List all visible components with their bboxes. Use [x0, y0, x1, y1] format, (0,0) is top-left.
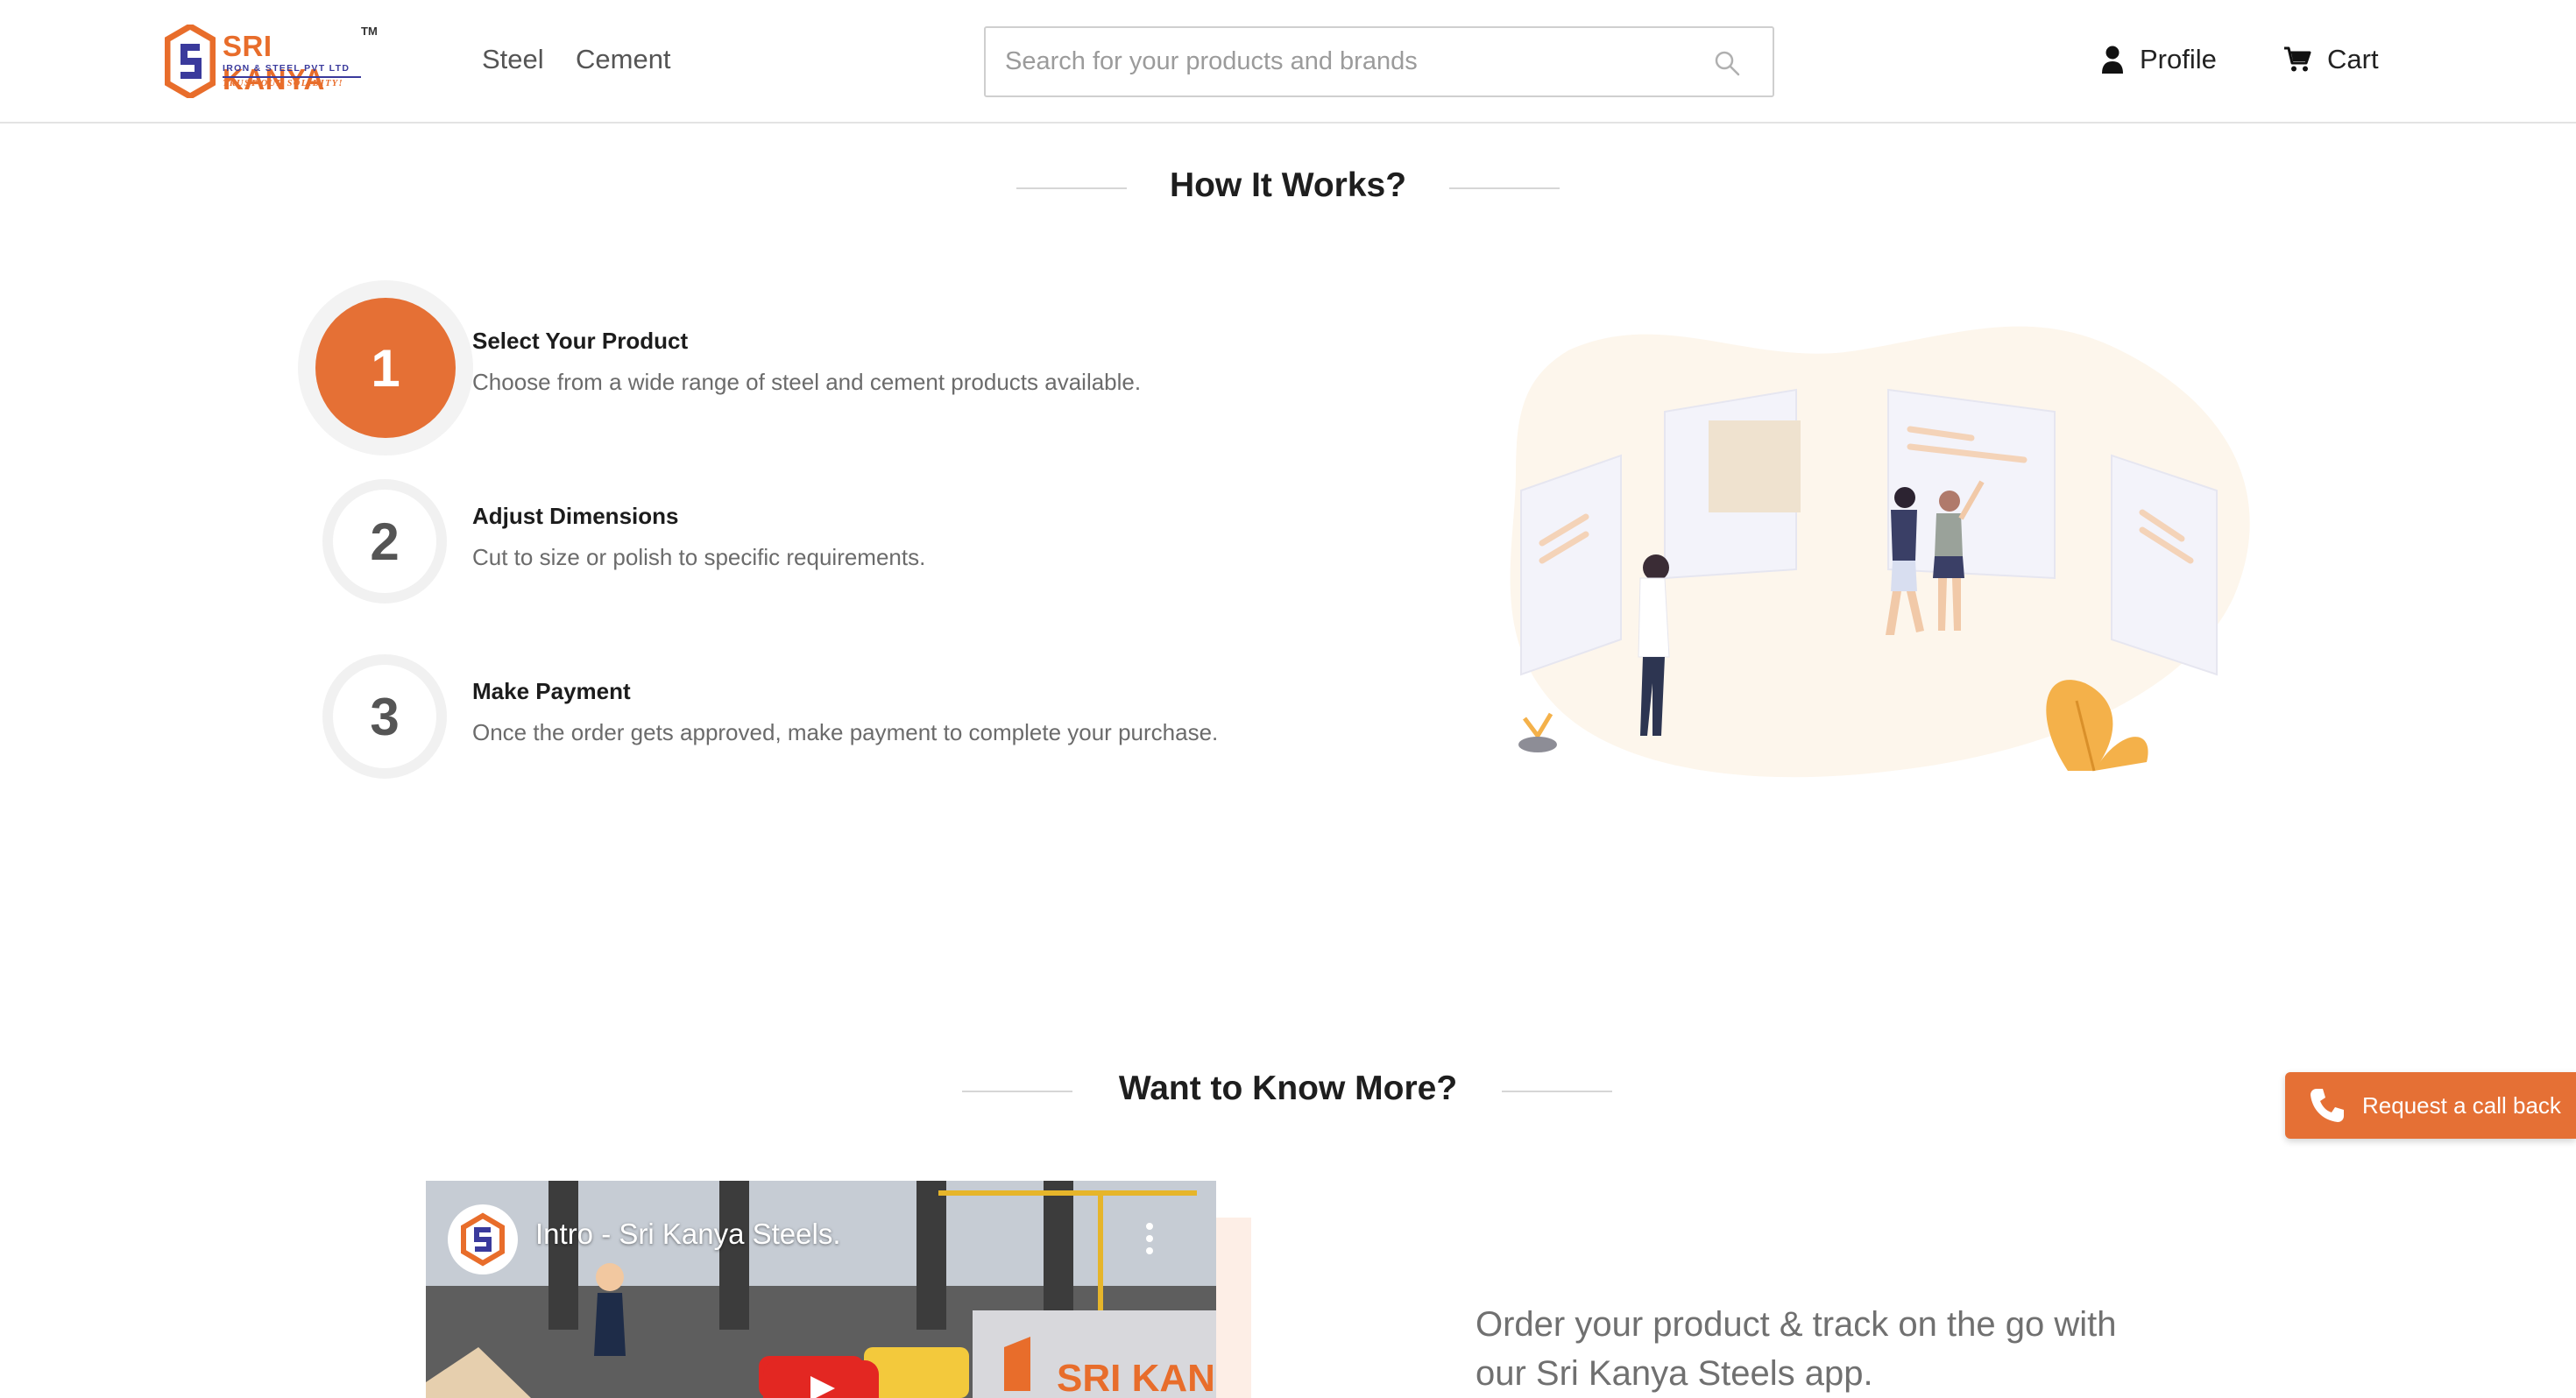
logo-tagline: TRUST OUR SOLIDITY!: [223, 79, 343, 88]
nav-cement-link[interactable]: Cement: [576, 44, 671, 75]
intro-video-player[interactable]: SRI KAN Intro - Sri Kanya Steels.: [426, 1181, 1216, 1398]
play-button-icon[interactable]: [763, 1360, 879, 1398]
search-box: [984, 26, 1774, 97]
channel-avatar-icon[interactable]: [447, 1204, 519, 1275]
phone-icon: [2311, 1089, 2344, 1122]
logo-trademark: TM: [361, 25, 378, 38]
logo-subtitle: IRON & STEEL PVT LTD: [223, 63, 350, 74]
title-rule-right: [1449, 187, 1560, 189]
site-header: SRI KANYA TM IRON & STEEL PVT LTD TRUST …: [0, 0, 2576, 124]
cart-icon: [2284, 46, 2311, 72]
logo-divider: [223, 76, 361, 78]
profile-link[interactable]: Profile: [2101, 44, 2217, 75]
step-1-title: Select Your Product: [472, 328, 689, 354]
brand-logo[interactable]: SRI KANYA TM IRON & STEEL PVT LTD TRUST …: [165, 23, 378, 102]
step-3-badge[interactable]: 3: [322, 654, 447, 779]
app-promo-line-1: Order your product & track on the go wit…: [1476, 1305, 2117, 1344]
page: SRI KANYA TM IRON & STEEL PVT LTD TRUST …: [0, 0, 2576, 1398]
search-input[interactable]: [1005, 28, 1706, 95]
step-1-badge[interactable]: 1: [298, 280, 473, 455]
request-callback-label: Request a call back: [2362, 1091, 2561, 1119]
how-it-works-illustration: [1510, 326, 2250, 778]
search-icon[interactable]: [1713, 49, 1741, 77]
step-1-number: 1: [315, 298, 456, 438]
step-3-description: Once the order gets approved, make payme…: [472, 719, 1219, 745]
step-2-description: Cut to size or polish to specific requir…: [472, 544, 926, 570]
more-options-icon[interactable]: [1144, 1221, 1155, 1256]
title-rule-right-2: [1502, 1091, 1612, 1092]
know-more-title: Want to Know More?: [1118, 1070, 1458, 1107]
step-2-badge[interactable]: 2: [322, 479, 447, 604]
cart-label: Cart: [2327, 44, 2379, 74]
video-title[interactable]: Intro - Sri Kanya Steels.: [535, 1218, 840, 1251]
cartoon-man: [594, 1263, 626, 1356]
logo-mark-icon: [165, 25, 216, 98]
step-2-title: Adjust Dimensions: [472, 503, 679, 529]
step-1-description: Choose from a wide range of steel and ce…: [472, 369, 1142, 395]
cart-link[interactable]: Cart: [2283, 44, 2379, 75]
nav-steel-link[interactable]: Steel: [482, 44, 544, 75]
user-icon: [2102, 46, 2123, 74]
video-sign-text: SRI KAN: [1057, 1357, 1215, 1398]
profile-label: Profile: [2140, 44, 2217, 74]
how-it-works-title: How It Works?: [1169, 166, 1407, 204]
app-promo-line-2: our Sri Kanya Steels app.: [1476, 1354, 1873, 1393]
request-callback-button[interactable]: Request a call back: [2285, 1072, 2576, 1139]
step-3-title: Make Payment: [472, 678, 631, 704]
